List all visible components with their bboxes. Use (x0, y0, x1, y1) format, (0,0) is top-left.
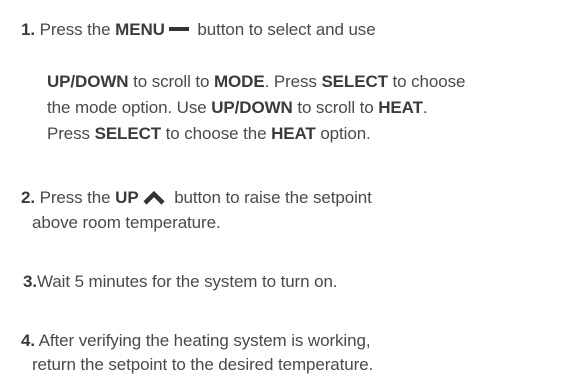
step-1-text-2: button to select and use (192, 20, 376, 39)
step-1-p1-text-2: . Press (264, 72, 322, 91)
menu-dash-icon (168, 27, 189, 32)
menu-label: MENU (115, 20, 165, 39)
step-2-text-3: above room temperature. (32, 213, 221, 232)
step-2-line-2: above room temperature. (32, 212, 221, 234)
step-1-text: Press the (39, 20, 116, 39)
step-1-paragraph-line-1: UP/DOWN to scroll to MODE. Press SELECT … (47, 71, 465, 93)
step-1-paragraph-line-2: the mode option. Use UP/DOWN to scroll t… (47, 97, 428, 119)
select-label-2: SELECT (94, 124, 162, 143)
step-2-line-1: 2. Press the UP button to raise the setp… (21, 187, 372, 209)
step-3-number: 3. (23, 272, 37, 291)
step-2-text-1: Press the (39, 188, 116, 207)
step-4-number: 4. (21, 331, 35, 350)
step-1-paragraph-line-3: Press SELECT to choose the HEAT option. (47, 123, 371, 145)
up-down-label-2: UP/DOWN (211, 98, 293, 117)
up-down-label: UP/DOWN (47, 72, 129, 91)
step-2-text-2: button to raise the setpoint (169, 188, 372, 207)
step-1-p3-text-3: option. (315, 124, 371, 143)
step-1-p2-text-1: the mode option. Use (47, 98, 212, 117)
step-2-number: 2. (21, 188, 35, 207)
heat-label-2: HEAT (271, 124, 316, 143)
step-4-line-1: 4. After verifying the heating system is… (21, 330, 371, 352)
step-1-p1-text-3: to choose (387, 72, 466, 91)
select-label: SELECT (321, 72, 388, 91)
mode-label: MODE (214, 72, 265, 91)
step-1-p2-text-2: to scroll to (292, 98, 379, 117)
step-4-line-2: return the setpoint to the desired tempe… (32, 354, 373, 376)
up-label: UP (115, 188, 139, 207)
step-1-p2-text-3: . (422, 98, 428, 117)
step-3-line-1: 3.Wait 5 minutes for the system to turn … (23, 271, 338, 293)
step-1-p3-text-1: Press (47, 124, 95, 143)
step-4-text-2: return the setpoint to the desired tempe… (32, 355, 374, 374)
step-1-line-1: 1. Press the MENU button to select and u… (21, 19, 376, 41)
step-1-number: 1. (21, 20, 35, 39)
step-1-p3-text-2: to choose the (161, 124, 272, 143)
step-1-p1-text-1: to scroll to (128, 72, 214, 91)
heat-label: HEAT (378, 98, 423, 117)
chevron-up-icon (142, 190, 165, 205)
step-3-text: Wait 5 minutes for the system to turn on… (36, 272, 338, 291)
step-4-text-1: After verifying the heating system is wo… (38, 331, 371, 350)
